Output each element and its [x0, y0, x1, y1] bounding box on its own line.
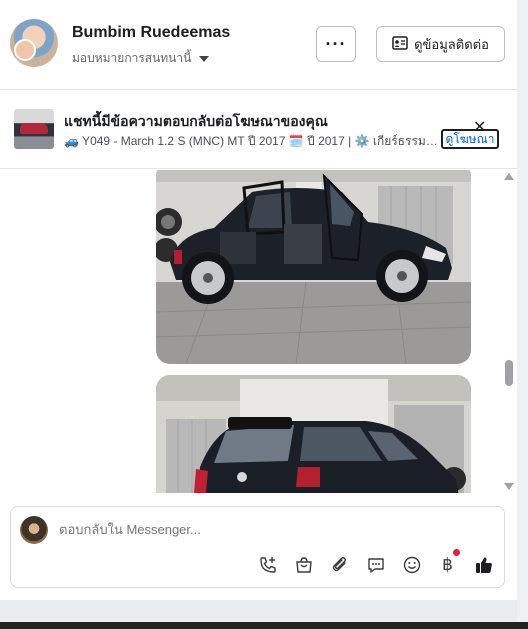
caret-down-icon [199, 55, 210, 62]
window-edge [517, 0, 528, 622]
baht-symbol: ฿ [442, 555, 453, 575]
avatar[interactable] [10, 19, 58, 67]
ad-thumbnail-car [20, 123, 48, 134]
ad-banner-title: แชทนี้มีข้อความตอบกลับต่อโฆษณาของคุณ [64, 113, 328, 129]
message-photo[interactable] [156, 170, 471, 364]
assign-label: มอบหมายการสนทนานี้ [72, 51, 192, 65]
car-open-doors-image [156, 170, 471, 364]
notification-dot [453, 549, 460, 556]
reply-input[interactable] [59, 522, 459, 537]
ad-reply-banner: แชทนี้มีข้อความตอบกลับต่อโฆษณาของคุณ 🚙 Y… [0, 91, 517, 169]
conversation-panel: Bumbim Ruedeemas มอบหมายการสนทนานี้ ··· … [0, 0, 517, 600]
phone-plus-icon[interactable] [255, 553, 280, 577]
composer-toolbar: ฿ [255, 549, 496, 577]
contact-name[interactable]: Bumbim Ruedeemas [72, 24, 230, 42]
ad-banner-subtitle: 🚙 Y049 - March 1.2 S (MNC) MT ปี 2017 🗓️… [64, 134, 440, 148]
car-rear-image [156, 375, 471, 493]
quick-reply-icon[interactable] [363, 553, 388, 577]
contact-card-icon [392, 35, 408, 53]
conversation-header: Bumbim Ruedeemas มอบหมายการสนทนานี้ ··· … [0, 0, 517, 90]
baht-icon[interactable]: ฿ [435, 549, 460, 577]
message-composer: ฿ [10, 506, 505, 588]
ad-thumbnail [14, 109, 54, 149]
avatar-inset [14, 39, 36, 61]
page-avatar [20, 516, 48, 544]
more-options-button[interactable]: ··· [316, 26, 356, 62]
message-photo[interactable] [156, 375, 471, 493]
view-contact-label: ดูข้อมูลติดต่อ [414, 36, 489, 52]
scrollbar-thumb[interactable] [505, 360, 513, 386]
scroll-up-arrow-icon[interactable] [504, 173, 514, 180]
message-list [0, 170, 517, 493]
paperclip-icon[interactable] [327, 553, 352, 577]
assign-conversation-dropdown[interactable]: มอบหมายการสนทนานี้ [72, 49, 210, 68]
view-ad-button[interactable]: ดูโฆษณา [441, 129, 499, 149]
scroll-down-arrow-icon[interactable] [504, 483, 514, 490]
thumbs-up-icon[interactable] [471, 553, 496, 577]
window-bottom-edge [0, 622, 528, 629]
emoji-icon[interactable] [399, 553, 424, 577]
shopping-bag-icon[interactable] [291, 553, 316, 577]
view-contact-button[interactable]: ดูข้อมูลติดต่อ [376, 26, 505, 62]
